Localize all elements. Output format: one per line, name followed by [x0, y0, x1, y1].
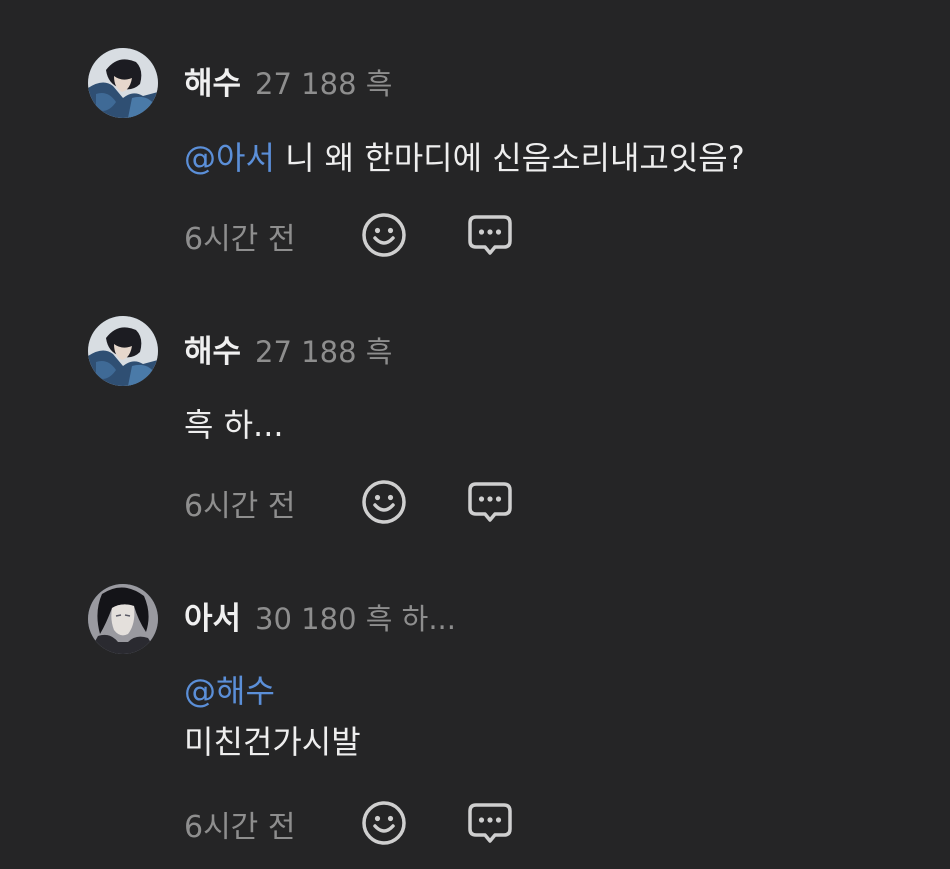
username[interactable]: 아서 — [184, 593, 241, 638]
smiley-icon — [362, 801, 406, 845]
reaction-button[interactable] — [359, 798, 409, 848]
chat-bubble-icon — [468, 803, 512, 843]
timestamp: 6시간 전 — [184, 222, 296, 257]
username[interactable]: 해수 — [184, 58, 241, 103]
comment-body: 니 왜 한마디에 신음소리내고잇음? — [274, 139, 745, 177]
user-meta: 27 188 흑 — [255, 67, 393, 101]
user-meta: 30 180 흑 하... — [255, 602, 456, 636]
comment-text: 흑 하... — [184, 400, 284, 446]
chat-bubble-icon — [468, 482, 512, 522]
username[interactable]: 해수 — [184, 326, 241, 371]
reply-button[interactable] — [465, 477, 515, 527]
avatar[interactable] — [88, 316, 158, 386]
mention-link[interactable]: @아서 — [184, 139, 275, 177]
timestamp: 6시간 전 — [184, 489, 296, 524]
comment-body: 흑 하... — [184, 406, 284, 444]
timestamp: 6시간 전 — [184, 810, 296, 845]
comment-body: 미친건가시발 — [184, 723, 361, 761]
avatar-image-icon — [88, 584, 158, 654]
comment-text: 미친건가시발 — [184, 717, 361, 763]
avatar[interactable] — [88, 584, 158, 654]
mention-link[interactable]: @해수 — [184, 672, 275, 710]
user-meta: 27 188 흑 — [255, 335, 393, 369]
reaction-button[interactable] — [359, 477, 409, 527]
chat-bubble-icon — [468, 215, 512, 255]
reply-button[interactable] — [465, 210, 515, 260]
mention-line: @해수 — [184, 666, 275, 712]
reaction-button[interactable] — [359, 210, 409, 260]
reply-button[interactable] — [465, 798, 515, 848]
comment-text: @아서 니 왜 한마디에 신음소리내고잇음? — [184, 133, 745, 179]
avatar-image-icon — [88, 48, 158, 118]
smiley-icon — [362, 480, 406, 524]
smiley-icon — [362, 213, 406, 257]
avatar-image-icon — [88, 316, 158, 386]
avatar[interactable] — [88, 48, 158, 118]
